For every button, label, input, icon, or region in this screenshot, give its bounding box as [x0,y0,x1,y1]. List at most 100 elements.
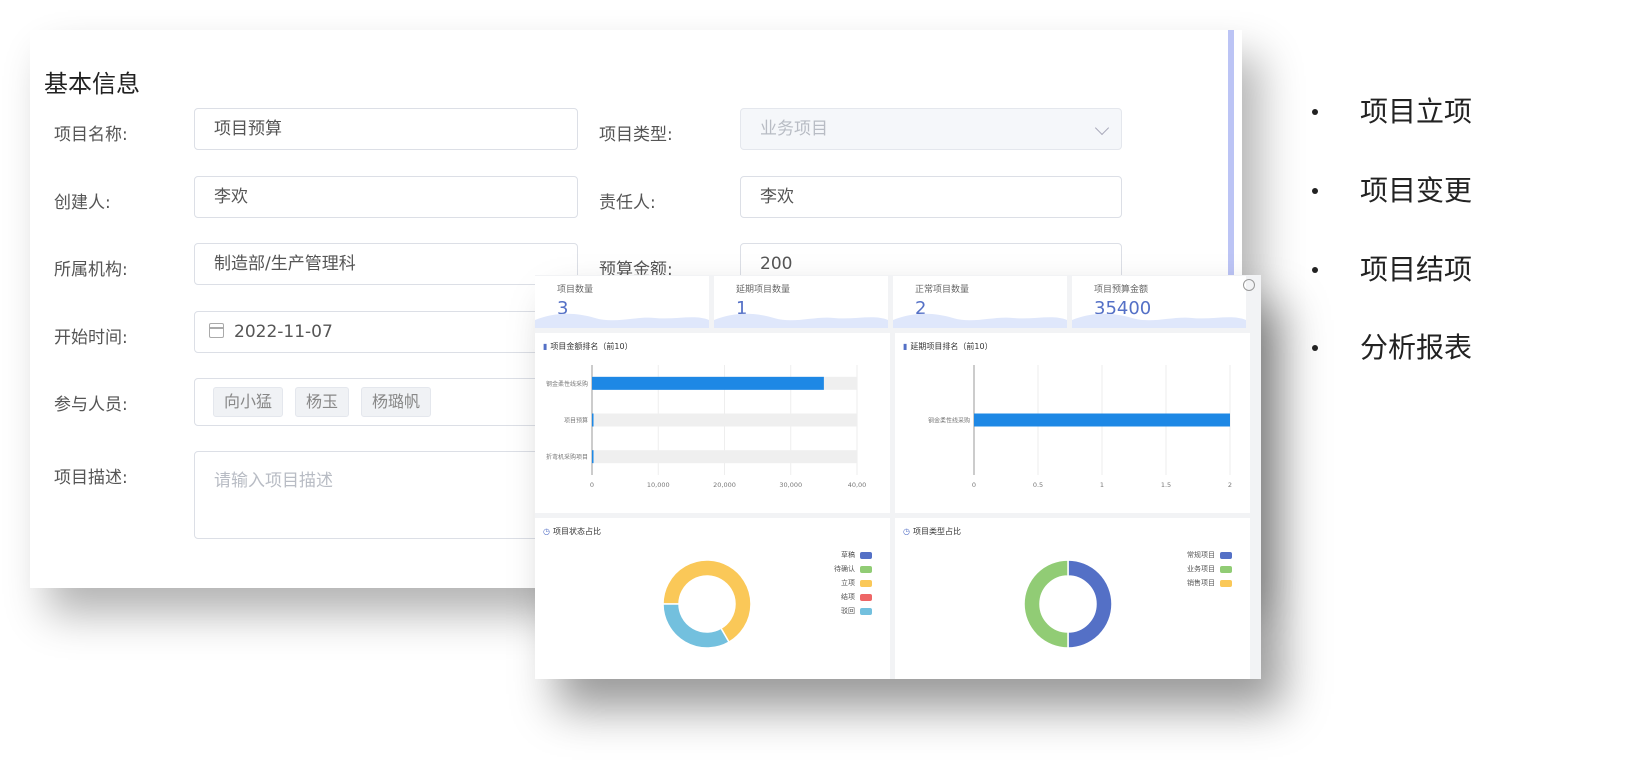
delay-ranking-chart: 0 0.5 1 1.5 2 钢金柔性线采购 [928,365,1232,489]
chart-card-amount-ranking: ▮ 项目金额排名（前10） 0 10,000 20,000 30,000 40,00 钢金柔… [535,333,890,513]
pie-slice [1023,559,1069,649]
legend-swatch [860,565,872,573]
legend-swatch [860,579,872,587]
chart-title: 项目金额排名（前10） [550,342,633,351]
member-tag[interactable]: 向小猛 [213,387,284,417]
list-item: 项目结项 [1312,248,1472,288]
legend-label: 立项 [841,579,855,587]
bar [592,376,824,390]
y-tick-label: 钢金柔性线采购 [546,380,588,388]
bar-background [592,413,857,427]
bar-chart-icon: ▮ [903,342,908,351]
y-tick-label: 项目预算 [564,417,588,425]
legend-label: 销售项目 [1187,579,1215,587]
legend-label: 结项 [841,593,855,601]
org-input[interactable]: 制造部/生产管理科 [194,243,578,285]
project-type-value: 业务项目 [760,119,828,139]
bullet-dot [1312,109,1318,115]
x-tick-label: 2 [1228,481,1232,489]
kpi-title: 项目数量 [557,285,594,295]
kpi-card: 项目预算金额 35400 [1072,276,1246,328]
legend-swatch [860,607,872,615]
chart-title: 项目类型占比 [912,527,961,536]
bar [592,413,594,427]
legend-item[interactable]: 立项 [834,576,872,590]
chart-legend: 草稿待确认立项结项驳回 [834,548,872,618]
kpi-wave [1072,313,1246,328]
project-type-label: 项目类型: [599,125,673,145]
x-tick-label: 1 [1100,481,1104,489]
y-tick-label: 钢金柔性线采购 [928,417,970,425]
legend-swatch [1220,579,1232,587]
x-tick-label: 0 [972,481,976,489]
member-tag[interactable]: 杨玉 [295,387,350,417]
description-textarea[interactable]: 请输入项目描述 [194,451,578,539]
bar [592,450,594,464]
start-date-picker[interactable]: 2022-11-07 [194,311,578,353]
chart-title: 项目状态占比 [552,527,601,536]
project-name-input[interactable]: 项目预算 [194,108,578,150]
list-item: 分析报表 [1312,326,1472,366]
x-tick-label: 1.5 [1161,481,1171,489]
list-item: 项目变更 [1312,169,1472,209]
legend-item[interactable]: 草稿 [834,548,872,562]
member-tag[interactable]: 杨璐帆 [361,387,432,417]
legend-swatch [1220,565,1232,573]
legend-item[interactable]: 结项 [834,590,872,604]
bar-background [592,450,857,464]
dashboard-panel: 项目数量 3 延期项目数量 1 正常项目数量 2 项目预算金额 35400 ▮ 项… [535,275,1261,679]
project-type-select[interactable]: 业务项目 [740,108,1122,150]
amount-ranking-chart: 0 10,000 20,000 30,000 40,00 钢金柔性线采购项目预算折弯机采购… [546,365,867,489]
legend-label: 待确认 [834,565,855,573]
kpi-wave [714,313,888,328]
pie-slice [1067,559,1113,649]
owner-input[interactable]: 李欢 [740,176,1122,218]
x-tick-label: 20,000 [713,481,736,489]
x-tick-label: 30,000 [779,481,802,489]
description-label: 项目描述: [54,468,128,488]
legend-item[interactable]: 常规项目 [1187,548,1232,562]
settings-icon[interactable] [1243,279,1255,291]
start-date-value: 2022-11-07 [234,322,333,342]
calendar-icon [209,323,224,338]
chart-card-type-share: ◷ 项目类型占比 常规项目业务项目销售项目 [895,518,1250,679]
kpi-title: 正常项目数量 [915,285,970,295]
x-tick-label: 40,00 [848,481,867,489]
bullet-dot [1312,267,1318,273]
list-item: 项目立项 [1312,90,1472,130]
legend-item[interactable]: 待确认 [834,562,872,576]
creator-input[interactable]: 李欢 [194,176,578,218]
chart-card-delay-ranking: ▮ 延期项目排名（前10） 0 0.5 1 1.5 2 钢金柔性线采购 [895,333,1250,513]
y-tick-label: 折弯机采购项目 [546,453,588,461]
pie-slice [662,603,731,649]
legend-swatch [860,551,872,559]
section-title: 基本信息 [44,70,140,98]
bar [974,413,1230,427]
kpi-wave [893,313,1067,328]
chart-legend: 常规项目业务项目销售项目 [1187,548,1232,590]
org-label: 所属机构: [54,260,128,280]
bullet-dot [1312,345,1318,351]
chevron-down-icon [1094,120,1110,136]
pie-chart-icon: ◷ [543,527,550,536]
project-name-label: 项目名称: [54,125,128,145]
description-placeholder: 请输入项目描述 [214,471,333,491]
legend-label: 业务项目 [1187,565,1215,573]
legend-label: 驳回 [841,607,855,615]
pie-chart-icon: ◷ [903,527,910,536]
kpi-title: 项目预算金额 [1094,285,1149,295]
x-tick-label: 0.5 [1033,481,1043,489]
legend-label: 草稿 [841,551,855,559]
legend-item[interactable]: 销售项目 [1187,576,1232,590]
start-date-label: 开始时间: [54,328,128,348]
legend-item[interactable]: 驳回 [834,604,872,618]
members-select[interactable]: 向小猛 杨玉 杨璐帆 [194,378,578,426]
legend-item[interactable]: 业务项目 [1187,562,1232,576]
x-tick-label: 10,000 [647,481,670,489]
owner-label: 责任人: [599,193,656,213]
x-tick-label: 0 [590,481,594,489]
kpi-card: 延期项目数量 1 [714,276,888,328]
chart-card-status-share: ◷ 项目状态占比 草稿待确认立项结项驳回 [535,518,890,679]
legend-swatch [860,593,872,601]
creator-label: 创建人: [54,193,111,213]
